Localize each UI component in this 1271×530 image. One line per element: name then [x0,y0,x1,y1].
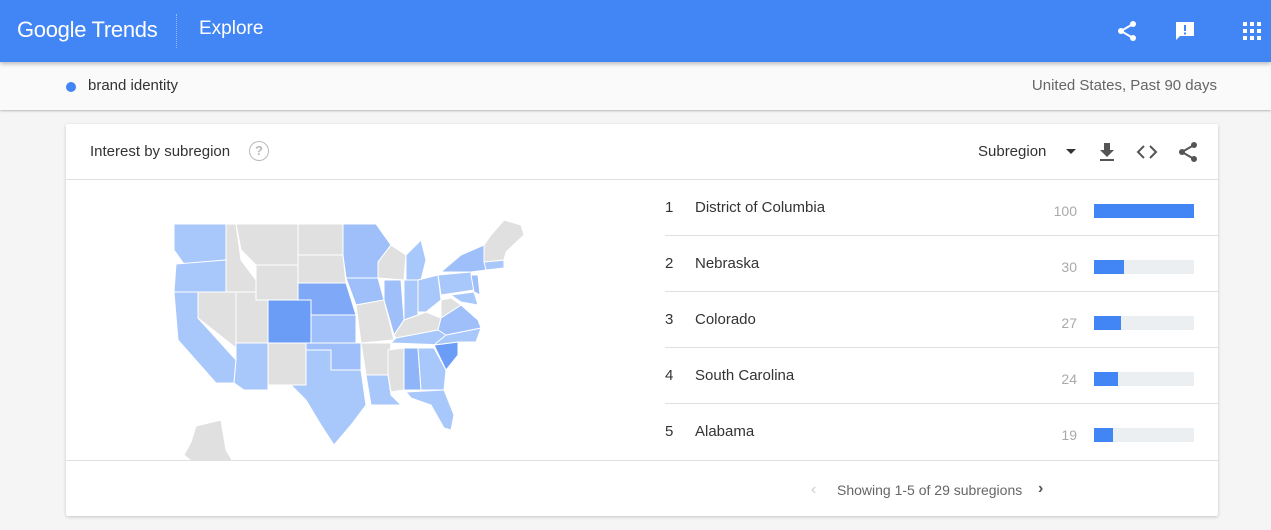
state-south-dakota[interactable] [297,254,347,284]
interest-bar [1094,260,1124,274]
feedback-icon[interactable] [1173,19,1197,43]
interest-bar [1094,372,1118,386]
interest-by-subregion-card: Interest by subregion ? Subregion 1 Dist… [66,124,1218,516]
subregion-name[interactable]: South Carolina [695,367,794,384]
pagination-text: Showing 1-5 of 29 subregions [837,482,1023,498]
interest-bar [1094,428,1113,442]
card-title: Interest by subregion [90,143,231,160]
state-alaska[interactable] [183,419,240,471]
state-wyoming[interactable] [255,264,299,301]
top-app-bar: Google Trends Explore [0,0,1271,62]
interest-bar-track [1094,372,1194,386]
state-montana[interactable] [235,223,299,266]
subregion-row[interactable]: 4 South Carolina 24 [665,348,1218,404]
state-mississippi[interactable] [387,347,405,393]
pagination-bar: ‹ Showing 1-5 of 29 subregions › [66,460,1218,516]
interest-bar-track [1094,260,1194,274]
interest-value: 24 [1061,371,1077,387]
state-pennsylvania[interactable] [437,271,475,296]
resolution-dropdown[interactable]: Subregion [978,143,1046,160]
interest-bar-track [1094,316,1194,330]
chevron-left-icon[interactable]: ‹ [811,481,816,499]
share-icon[interactable] [1176,140,1200,164]
state-ohio[interactable] [417,274,442,313]
state-michigan[interactable] [405,239,427,281]
state-oregon[interactable] [173,259,227,293]
rank-number: 1 [665,199,674,216]
state-arkansas[interactable] [360,342,392,376]
state-kansas[interactable] [310,314,357,344]
rank-number: 5 [665,423,674,440]
subregion-name[interactable]: District of Columbia [695,199,825,216]
subregion-name[interactable]: Nebraska [695,255,759,272]
rank-number: 2 [665,255,674,272]
state-new-york[interactable] [439,244,487,273]
query-bar: brand identity United States, Past 90 da… [0,62,1271,110]
dropdown-arrow-icon[interactable] [1066,149,1076,154]
us-map[interactable] [66,180,665,481]
state-florida[interactable] [404,389,455,431]
state-utah[interactable] [235,291,269,344]
interest-value: 27 [1061,315,1077,331]
help-icon[interactable]: ? [249,141,269,161]
subregion-row[interactable]: 2 Nebraska 30 [665,236,1218,292]
state-colorado[interactable] [267,299,312,344]
apps-icon[interactable] [1240,19,1264,43]
rank-number: 4 [665,367,674,384]
subregion-row[interactable]: 3 Colorado 27 [665,292,1218,348]
subregion-name[interactable]: Colorado [695,311,756,328]
state-arizona[interactable] [233,342,269,391]
state-new-mexico[interactable] [267,342,307,386]
interest-bar-track [1094,428,1194,442]
header-divider [176,14,177,48]
state-indiana[interactable] [403,279,419,321]
query-scope: United States, Past 90 days [1031,77,1217,94]
rank-number: 3 [665,311,674,328]
subregion-row[interactable]: 5 Alabama 19 [665,404,1218,460]
chevron-right-icon[interactable]: › [1038,480,1043,498]
download-icon[interactable] [1095,140,1119,164]
interest-value: 100 [1053,203,1077,219]
share-icon[interactable] [1115,19,1139,43]
page-title: Explore [199,18,264,39]
term-color-dot [66,82,76,92]
state-washington[interactable] [173,223,227,265]
state-north-dakota[interactable] [297,223,344,256]
interest-value: 30 [1061,259,1077,275]
embed-icon[interactable] [1135,140,1159,164]
interest-value: 19 [1061,427,1077,443]
card-header: Interest by subregion ? Subregion [66,124,1218,180]
interest-bar-track [1094,204,1194,218]
subregion-name[interactable]: Alabama [695,423,754,440]
interest-bar [1094,204,1194,218]
state-new-england[interactable] [483,219,525,263]
subregion-row[interactable]: 1 District of Columbia 100 [665,180,1218,236]
interest-bar [1094,316,1121,330]
google-trends-logo[interactable]: Google Trends [17,17,158,43]
search-term[interactable]: brand identity [88,77,178,94]
